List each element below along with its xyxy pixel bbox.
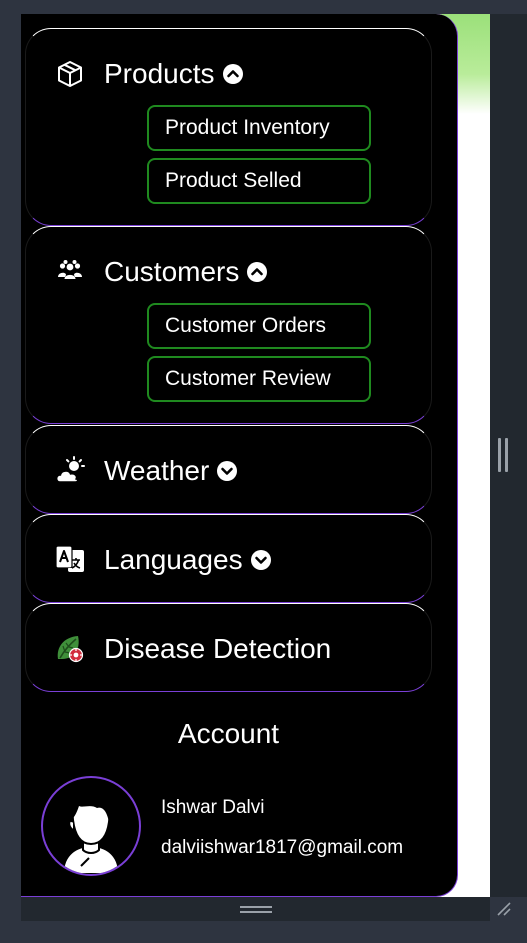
user-email: dalviishwar1817@gmail.com (161, 837, 404, 858)
customers-toggle[interactable]: Customers (54, 255, 268, 289)
sidebar-section-customers: Customers Customer Orders Customer Revie… (25, 226, 432, 424)
resize-grip-icon[interactable] (240, 906, 272, 914)
product-selled-button[interactable]: Product Selled (147, 158, 371, 204)
customer-review-button[interactable]: Customer Review (147, 356, 371, 402)
chevron-up-icon (247, 262, 268, 282)
languages-toggle[interactable]: Languages (54, 543, 271, 577)
languages-title: Languages (104, 544, 243, 575)
leaf-virus-icon (54, 633, 86, 665)
customers-title: Customers (104, 256, 240, 287)
disease-detection-link[interactable]: Disease Detection (54, 632, 331, 666)
resize-corner-icon[interactable] (495, 900, 511, 916)
product-inventory-button[interactable]: Product Inventory (147, 105, 371, 151)
user-name: Ishwar Dalvi (161, 797, 265, 818)
sidebar-section-products: Products Product Inventory Product Selle… (25, 28, 432, 226)
weather-title: Weather (104, 455, 210, 486)
sidebar-section-languages: Languages (25, 514, 432, 603)
customer-orders-button[interactable]: Customer Orders (147, 303, 371, 349)
vertical-scrollbar[interactable] (490, 14, 527, 897)
cube-icon (54, 58, 86, 90)
sidebar-section-weather: Weather (25, 425, 432, 514)
chevron-down-icon (217, 461, 238, 481)
products-toggle[interactable]: Products (54, 57, 243, 91)
sidebar: Products Product Inventory Product Selle… (21, 14, 458, 897)
cloud-sun-icon (54, 455, 86, 487)
account-heading: Account (177, 718, 280, 749)
weather-toggle[interactable]: Weather (54, 454, 238, 488)
scrollbar-grip[interactable] (498, 438, 508, 472)
translate-icon (54, 544, 86, 576)
disease-detection-title: Disease Detection (104, 633, 332, 664)
users-icon (54, 256, 86, 288)
user-avatar-icon[interactable] (41, 776, 141, 876)
chevron-up-icon (222, 64, 243, 84)
chevron-down-icon (250, 550, 271, 570)
products-title: Products (104, 58, 215, 89)
sidebar-section-disease-detection: Disease Detection (25, 603, 432, 692)
